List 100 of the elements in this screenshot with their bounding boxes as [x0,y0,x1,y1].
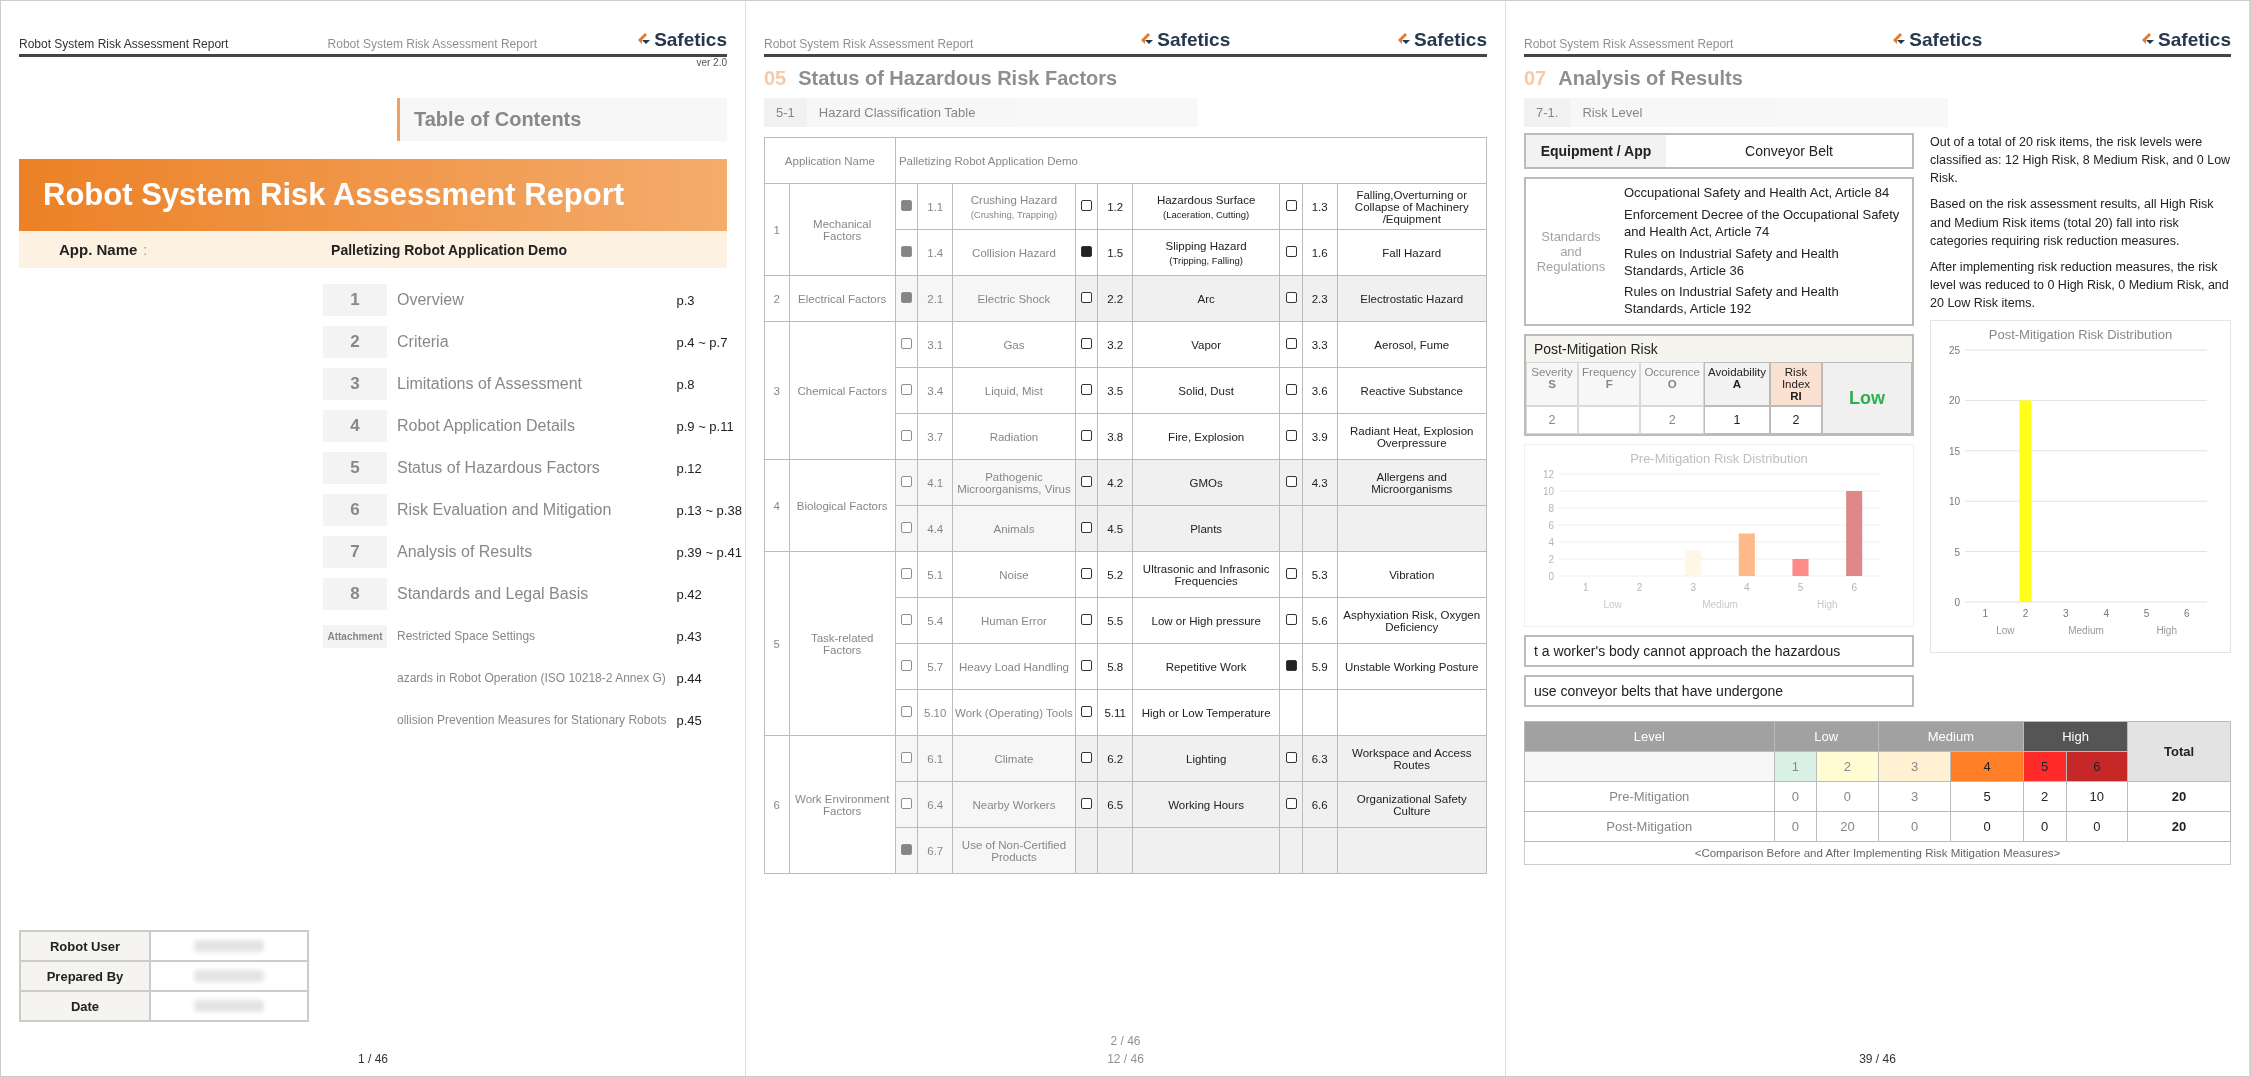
checkbox[interactable] [1081,660,1093,671]
checkbox[interactable] [1285,568,1297,579]
checkbox[interactable] [1081,338,1093,349]
checkbox[interactable] [901,798,913,809]
checkbox[interactable] [1081,752,1093,763]
checkbox[interactable] [901,844,913,855]
checkbox[interactable] [1285,200,1297,211]
level-cell: 1 [1774,751,1817,782]
checkbox[interactable] [1081,706,1093,717]
checkbox[interactable] [901,200,913,211]
checkbox[interactable] [901,752,913,763]
checkbox[interactable] [1081,292,1093,303]
checkbox[interactable] [901,476,913,487]
checkbox[interactable] [1081,798,1093,809]
group-label: High [1817,599,1838,611]
hazard-name: Lighting [1132,735,1280,782]
item-number: 6.1 [917,735,953,782]
tick-label: 10 [1948,496,1960,508]
toc-entry[interactable]: Analysis of Results [397,543,667,561]
toc-entry[interactable]: Robot Application Details [397,417,667,435]
item-number: 3.9 [1302,413,1337,460]
checkbox[interactable] [901,246,913,257]
checkbox[interactable] [901,568,913,579]
category-name: Chemical Factors [789,321,896,460]
item-number: 1.2 [1097,183,1133,230]
checkbox[interactable] [901,430,913,441]
checkbox[interactable] [1081,476,1093,487]
hazard-name: Unstable Working Posture [1337,643,1487,690]
checkbox[interactable] [1285,384,1297,395]
hazard-name: Noise [952,551,1076,598]
hazard-name: Aerosol, Fume [1337,321,1487,368]
table-cell: 0 [1774,811,1817,842]
category-number: 5 [764,551,790,736]
category-number: 1 [764,183,790,276]
toc-entry[interactable]: Restricted Space Settings [397,629,667,643]
hazard-name: Gas [952,321,1076,368]
toc-number: 7 [323,536,387,568]
toc-number: 5 [323,452,387,484]
checkbox[interactable] [1285,660,1297,671]
toc-entry[interactable]: ollision Prevention Measures for Stationary Robots [397,713,667,727]
checkbox[interactable] [901,706,913,717]
table-cell: 0 [1816,781,1879,812]
checkbox[interactable] [901,384,913,395]
checkbox[interactable] [901,614,913,625]
toc-entry[interactable]: azards in Robot Operation (ISO 10218-2 Annex G) [397,671,667,685]
subsection-title: Risk Level [1581,104,1644,122]
checkbox[interactable] [901,522,913,533]
toc-number: 4 [323,410,387,442]
item-number: 2.1 [917,275,953,322]
page-number: 1 / 46 [358,1052,388,1066]
logo-wordmark: Safetics [654,29,727,51]
hazard-name: Work (Operating) Tools [952,689,1076,736]
hazard-name: Allergens and Microorganisms [1337,459,1487,506]
hazard-name: Heavy Load Handling [952,643,1076,690]
tick-label: 0 [1954,597,1960,609]
checkbox[interactable] [1285,476,1297,487]
checkbox[interactable] [1081,430,1093,441]
toc-entry[interactable]: Status of Hazardous Factors [397,459,667,477]
checkbox[interactable] [1081,246,1093,257]
toc-entry[interactable]: Standards and Legal Basis [397,585,667,603]
page-reference: p.42 [676,586,703,602]
checkbox[interactable] [1285,752,1297,763]
checkbox[interactable] [1285,430,1297,441]
checkbox[interactable] [901,660,913,671]
risk-factor-header: Occurence O [1640,362,1704,407]
toc-entry[interactable]: Overview [397,291,667,309]
checkbox[interactable] [1081,614,1093,625]
category-label: 5 [1797,582,1804,594]
checkbox[interactable] [1285,614,1297,625]
item-number: 5.4 [917,597,953,644]
hazard-name: Vibration [1337,551,1487,598]
measure-text: t a worker's body cannot approach the hazardous [1524,635,1914,668]
checkbox[interactable] [1285,338,1297,349]
checkbox[interactable] [1285,798,1297,809]
item-number: 4.3 [1302,459,1337,506]
item-number: 6.2 [1097,735,1133,782]
toc-entry[interactable]: Criteria [397,333,667,351]
checkbox[interactable] [1081,522,1093,533]
checkbox[interactable] [1081,568,1093,579]
info-label: Prepared By [20,961,150,991]
item-number: 6.6 [1302,781,1337,828]
category-number: 6 [764,735,790,874]
category-label: 6 [2184,608,2190,620]
tick-label: 12 [1542,469,1554,481]
checkbox[interactable] [1285,292,1297,303]
toc-entry[interactable]: Limitations of Assessment [397,375,667,393]
item-number: 1.4 [917,229,953,276]
category-name: Work Environment Factors [789,735,896,874]
checkbox[interactable] [1285,246,1297,257]
checkbox[interactable] [901,338,913,349]
checkbox[interactable] [901,292,913,303]
tick-label: 25 [1948,345,1960,357]
column-header: Low [1774,721,1879,752]
checkbox[interactable] [1081,384,1093,395]
checkbox[interactable] [1081,200,1093,211]
column-header: High [2023,721,2128,752]
report-header: Robot System Risk Assessment Report [19,37,229,51]
toc-entry[interactable]: Risk Evaluation and Mitigation [397,501,667,519]
table-cell: 0 [1774,781,1817,812]
category-label: 4 [2103,608,2109,620]
